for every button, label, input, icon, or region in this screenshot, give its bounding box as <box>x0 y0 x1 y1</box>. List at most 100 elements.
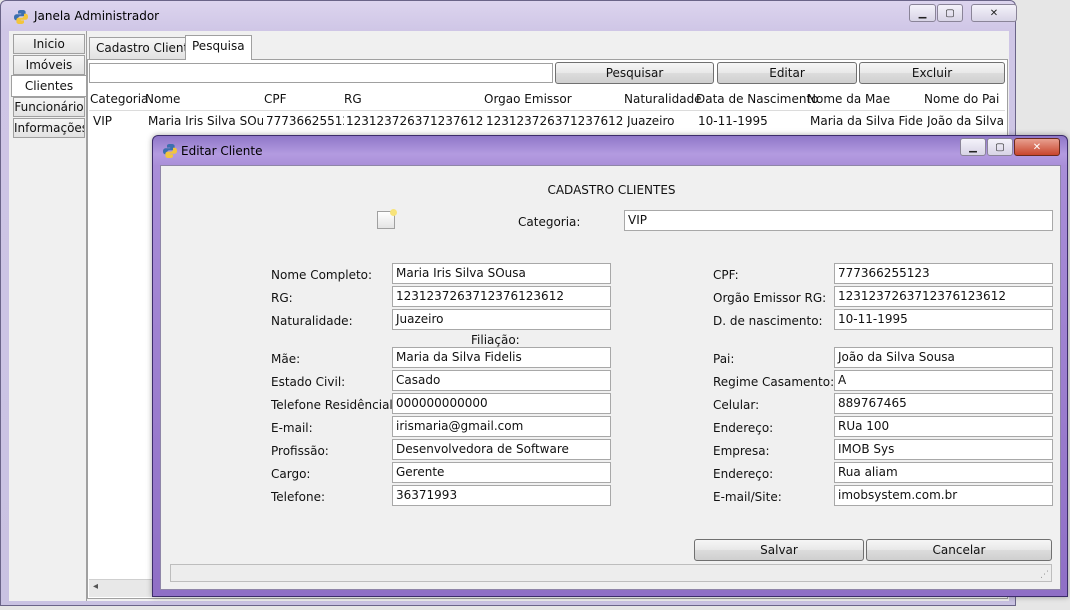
field-cpf[interactable]: 777366255123 <box>834 263 1053 284</box>
window-controls: ▁ ▢ ✕ <box>908 4 1017 22</box>
field-telefone-residencial[interactable]: 000000000000 <box>392 393 611 414</box>
label-email: E-mail: <box>271 421 313 435</box>
table-row[interactable]: VIP Maria Iris Silva SOusa 777366255123 … <box>89 112 1005 132</box>
label-celular: Celular: <box>713 398 760 412</box>
label-empresa: Empresa: <box>713 444 770 458</box>
search-button[interactable]: Pesquisar <box>555 62 714 84</box>
minimize-icon: ▁ <box>969 141 977 153</box>
category-image-icon[interactable] <box>377 209 397 229</box>
scroll-left-icon[interactable]: ◂ <box>93 581 98 592</box>
column-header-nome-pai[interactable]: Nome do Pai <box>924 92 999 106</box>
label-endereco-empresa: Endereço: <box>713 467 774 481</box>
field-mae[interactable]: Maria da Silva Fidelis <box>392 347 611 368</box>
minimize-icon: ▁ <box>918 7 927 19</box>
category-label: Categoria: <box>518 215 581 229</box>
field-data-nascimento[interactable]: 10-11-1995 <box>834 309 1053 330</box>
cell-naturalidade: Juazeiro <box>627 114 675 128</box>
python-icon <box>14 10 28 24</box>
label-pai: Pai: <box>713 352 735 366</box>
dialog-minimize-button[interactable]: ▁ <box>960 138 986 156</box>
cell-nome-mae: Maria da Silva Fidelis <box>810 114 923 128</box>
sidebar-tab-inicio[interactable]: Inicio <box>13 34 85 54</box>
field-telefone[interactable]: 36371993 <box>392 485 611 506</box>
dialog-window-controls: ▁ ▢ ✕ <box>959 138 1060 156</box>
label-data-nascimento: D. de nascimento: <box>713 314 823 328</box>
category-field[interactable]: VIP <box>624 210 1053 231</box>
dialog-client-area: CADASTRO CLIENTES Categoria: VIP Nome Co… <box>160 165 1061 590</box>
field-orgao-emissor-rg[interactable]: 1231237263712376123612 <box>834 286 1053 307</box>
label-telefone-residencial: Telefone Residêncial: <box>271 398 397 412</box>
label-endereco: Endereço: <box>713 421 774 435</box>
field-celular[interactable]: 889767465 <box>834 393 1053 414</box>
python-icon <box>163 144 177 158</box>
cell-nome: Maria Iris Silva SOusa <box>148 114 263 128</box>
form-header: CADASTRO CLIENTES <box>547 183 676 197</box>
maximize-icon: ▢ <box>945 7 955 19</box>
column-header-data-nascimento[interactable]: Data de Nascimento <box>696 92 819 106</box>
maximize-icon: ▢ <box>995 141 1005 153</box>
label-cpf: CPF: <box>713 268 739 282</box>
field-estado-civil[interactable]: Casado <box>392 370 611 391</box>
label-telefone: Telefone: <box>271 490 325 504</box>
column-header-categoria[interactable]: Categoria <box>90 92 148 106</box>
tab-pesquisa[interactable]: Pesquisa <box>185 35 252 60</box>
cell-categoria: VIP <box>93 114 112 128</box>
field-nome-completo[interactable]: Maria Iris Silva SOusa <box>392 263 611 284</box>
label-nome-completo: Nome Completo: <box>271 268 373 282</box>
field-email-site[interactable]: imobsystem.com.br <box>834 485 1053 506</box>
field-cargo[interactable]: Gerente <box>392 462 611 483</box>
edit-button[interactable]: Editar <box>717 62 857 84</box>
label-regime-casamento: Regime Casamento: <box>713 375 835 389</box>
column-header-cpf[interactable]: CPF <box>264 92 287 106</box>
label-mae: Mãe: <box>271 352 301 366</box>
field-email[interactable]: irismaria@gmail.com <box>392 416 611 437</box>
delete-button[interactable]: Excluir <box>859 62 1005 84</box>
cell-orgao-emissor: 123123726371237612361​2 <box>486 114 623 128</box>
resize-grip-icon[interactable]: ⋰ <box>1040 570 1049 580</box>
field-profissao[interactable]: Desenvolvedora de Software <box>392 439 611 460</box>
horizontal-scrollbar[interactable]: ◂ <box>89 579 159 597</box>
label-naturalidade: Naturalidade: <box>271 314 353 328</box>
cell-cpf: 777366255123 <box>266 114 344 128</box>
column-header-rg[interactable]: RG <box>344 92 362 106</box>
save-button[interactable]: Salvar <box>694 539 864 561</box>
label-rg: RG: <box>271 291 293 305</box>
maximize-button[interactable]: ▢ <box>937 4 963 22</box>
minimize-button[interactable]: ▁ <box>909 4 936 22</box>
main-titlebar[interactable]: Janela Administrador ▁ ▢ ✕ <box>1 1 1017 31</box>
edit-client-dialog: Editar Cliente ▁ ▢ ✕ CADASTRO CLIENTES C… <box>152 135 1068 597</box>
column-header-orgao-emissor[interactable]: Orgao Emissor <box>484 92 572 106</box>
field-pai[interactable]: João da Silva Sousa <box>834 347 1053 368</box>
label-orgao-emissor-rg: Orgão Emissor RG: <box>713 291 827 305</box>
filiacao-section-label: Filiação: <box>471 333 520 347</box>
sidebar-tab-imoveis[interactable]: Imóveis <box>13 55 85 75</box>
column-header-nome-mae[interactable]: Nome da Mae <box>807 92 890 106</box>
field-endereco[interactable]: RUa 100 <box>834 416 1053 437</box>
cell-rg: 123123726371237612361​2 <box>346 114 483 128</box>
dialog-close-button[interactable]: ✕ <box>1014 138 1060 156</box>
window-title: Janela Administrador <box>34 9 160 23</box>
dialog-maximize-button[interactable]: ▢ <box>987 138 1013 156</box>
close-icon: ✕ <box>1032 141 1042 153</box>
label-email-site: E-mail/Site: <box>713 490 782 504</box>
cell-nome-pai: João da Silva Sousa <box>927 114 1005 128</box>
field-rg[interactable]: 1231237263712376123612 <box>392 286 611 307</box>
field-empresa[interactable]: IMOB Sys <box>834 439 1053 460</box>
field-naturalidade[interactable]: Juazeiro <box>392 309 611 330</box>
field-endereco-empresa[interactable]: Rua aliam <box>834 462 1053 483</box>
grid-header: Categoria Nome CPF RG Orgao Emissor Natu… <box>89 90 1005 111</box>
cell-data-nascimento: 10-11-1995 <box>698 114 768 128</box>
column-header-nome[interactable]: Nome <box>145 92 180 106</box>
close-button[interactable]: ✕ <box>971 4 1017 22</box>
sidebar: Inicio Imóveis Clientes Funcionário Info… <box>9 31 87 601</box>
sidebar-tab-clientes[interactable]: Clientes <box>11 75 87 97</box>
column-header-naturalidade[interactable]: Naturalidade <box>624 92 702 106</box>
sidebar-tab-informacoes[interactable]: Informações <box>13 118 85 138</box>
close-icon: ✕ <box>989 7 999 19</box>
search-input[interactable] <box>89 63 553 83</box>
sidebar-tab-funcionario[interactable]: Funcionário <box>13 97 85 117</box>
dialog-title: Editar Cliente <box>181 144 263 158</box>
field-regime-casamento[interactable]: A <box>834 370 1053 391</box>
cancel-button[interactable]: Cancelar <box>866 539 1052 561</box>
label-profissao: Profissão: <box>271 444 329 458</box>
